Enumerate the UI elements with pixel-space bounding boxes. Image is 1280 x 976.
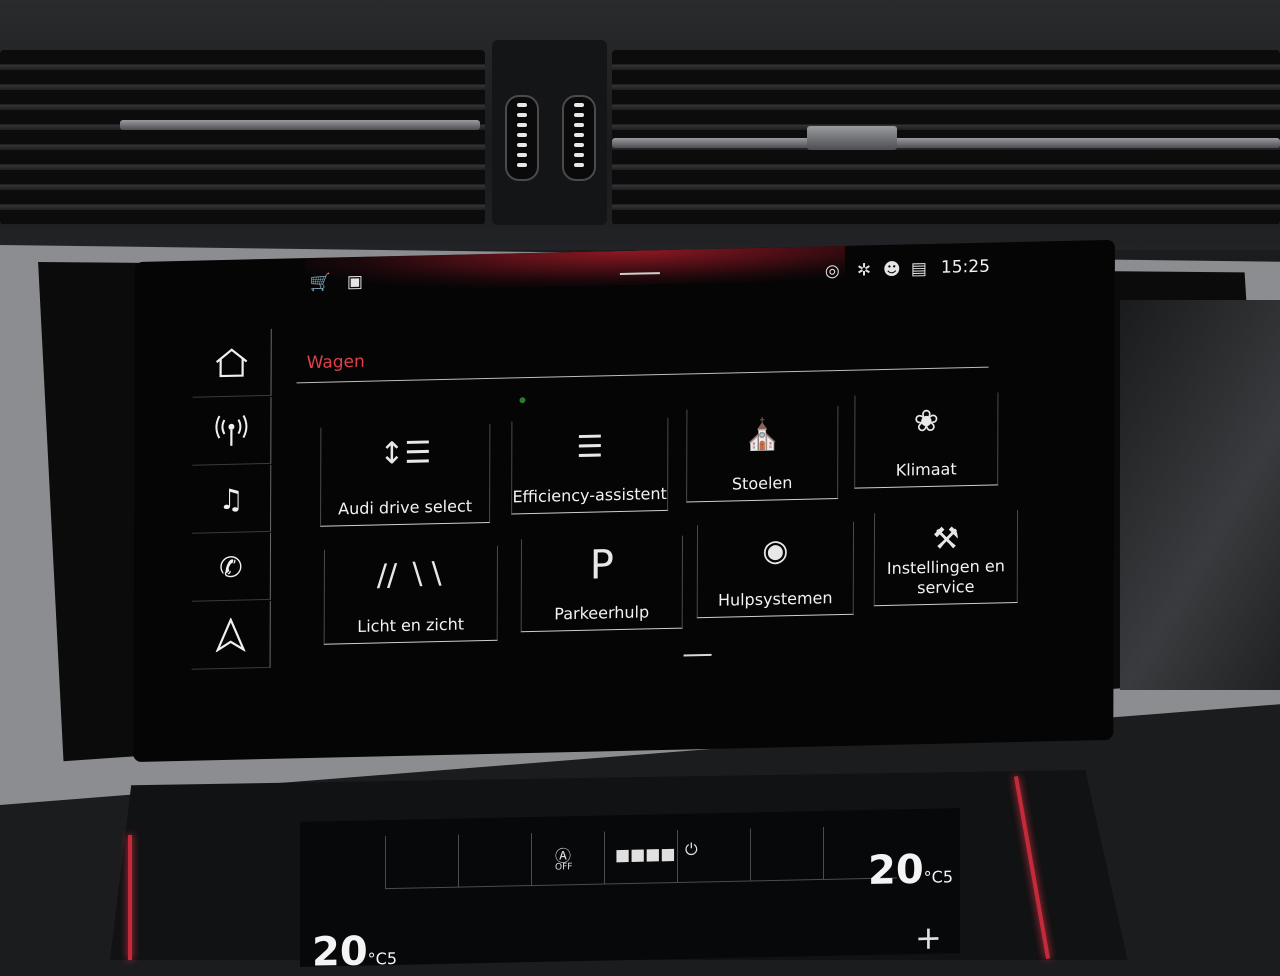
temp-right[interactable]: 20°C5 [868, 846, 953, 894]
tile-stoelen[interactable]: ⛪ Stoelen [686, 406, 839, 503]
phone-icon: ✆ [219, 550, 243, 584]
sidebar-item-phone[interactable]: ✆ [191, 532, 272, 602]
seat-heating-icon[interactable]: ■■■■ [615, 844, 675, 864]
sidebar-item-media[interactable]: ♫ [192, 464, 272, 534]
ambient-light-left [128, 835, 132, 960]
air-vent-right [612, 50, 1280, 225]
climate-button[interactable] [458, 833, 532, 888]
vent-slat[interactable] [612, 138, 1280, 148]
tile-efficiency-assistent[interactable]: ☰ Efficiency-assistent [511, 417, 669, 515]
divider [296, 366, 989, 384]
road-light-icon: ∕∕ ∖∖ [376, 556, 445, 594]
antenna-icon [215, 415, 248, 446]
sidebar-item-home[interactable] [192, 328, 272, 398]
efficiency-bars-icon: ☰ [576, 429, 604, 465]
music-note-icon: ♫ [218, 482, 244, 516]
tile-label: Instellingen en service [886, 556, 1005, 598]
page-title: Wagen [306, 351, 365, 374]
suspension-icon: ↕☰ [379, 435, 432, 472]
tile-label: Audi drive select [338, 496, 473, 519]
auto-off-label: OFF [555, 862, 573, 873]
climate-screen: Ⓐ OFF ■■■■ ⏻ 20°C5 20°C5 + [300, 808, 960, 976]
signal-icon: ▤ [910, 259, 928, 280]
tools-icon: ⚒ [932, 521, 960, 557]
cart-icon[interactable]: 🛒 [310, 273, 331, 293]
tile-audi-drive-select[interactable]: ↕☰ Audi drive select [320, 423, 491, 527]
tile-label: Efficiency-assistent [512, 483, 667, 507]
person-icon: ☻ [882, 259, 901, 281]
bluetooth-icon: ✲ [856, 260, 872, 281]
vent-tab[interactable] [807, 126, 897, 150]
tile-label: Hulpsystemen [717, 588, 833, 610]
clock: 15:25 [940, 256, 990, 278]
pulldown-handle[interactable] [619, 272, 660, 275]
vent-thumbwheel-left[interactable] [505, 95, 539, 181]
tile-label: Stoelen [731, 473, 793, 494]
sidebar-item-navigation[interactable] [191, 600, 271, 670]
tile-instellingen-en-service[interactable]: ⚒ Instellingen en service [873, 509, 1019, 607]
sidebar: ♫ ✆ [191, 328, 272, 691]
vent-thumbwheel-right[interactable] [562, 95, 596, 181]
page-indicator[interactable] [683, 653, 712, 657]
navigation-arrow-icon [215, 617, 246, 653]
tile-label: Licht en zicht [357, 614, 465, 636]
climate-button[interactable] [385, 834, 459, 890]
tile-licht-en-zicht[interactable]: ∕∕ ∖∖ Licht en zicht [323, 545, 498, 645]
temp-left[interactable]: 20°C5 [312, 928, 397, 975]
seat-icon: ⛪ [743, 417, 782, 454]
home-icon [215, 348, 248, 378]
tile-label: Klimaat [895, 459, 957, 480]
vent-slat[interactable] [120, 120, 480, 130]
sidebar-item-radio[interactable] [192, 396, 272, 466]
plus-button[interactable]: + [915, 918, 942, 957]
indicator-dot [519, 397, 526, 404]
tile-klimaat[interactable]: ❀ Klimaat [854, 392, 999, 489]
tile-label: Parkeerhulp [554, 602, 650, 624]
mmi-screen: 🛒 ▣ ◎ ✲ ☻ ▤ 15:25 ♫ ✆ Wagen ↕☰ Audi driv… [133, 239, 1115, 763]
fan-icon: ❀ [913, 403, 939, 440]
package-icon[interactable]: ▣ [347, 272, 363, 292]
car-sensor-icon: ◉ [762, 533, 789, 569]
tile-hulpsystemen[interactable]: ◉ Hulpsystemen [696, 521, 855, 619]
climate-button[interactable] [750, 826, 824, 882]
screen-off-icon[interactable]: ⏻ [685, 840, 698, 860]
tile-parkeerhulp[interactable]: P Parkeerhulp [520, 535, 683, 633]
air-vent-left [0, 50, 485, 225]
parking-icon: P [589, 542, 615, 589]
location-icon: ◎ [824, 261, 840, 282]
glass-reflection [1120, 300, 1280, 690]
